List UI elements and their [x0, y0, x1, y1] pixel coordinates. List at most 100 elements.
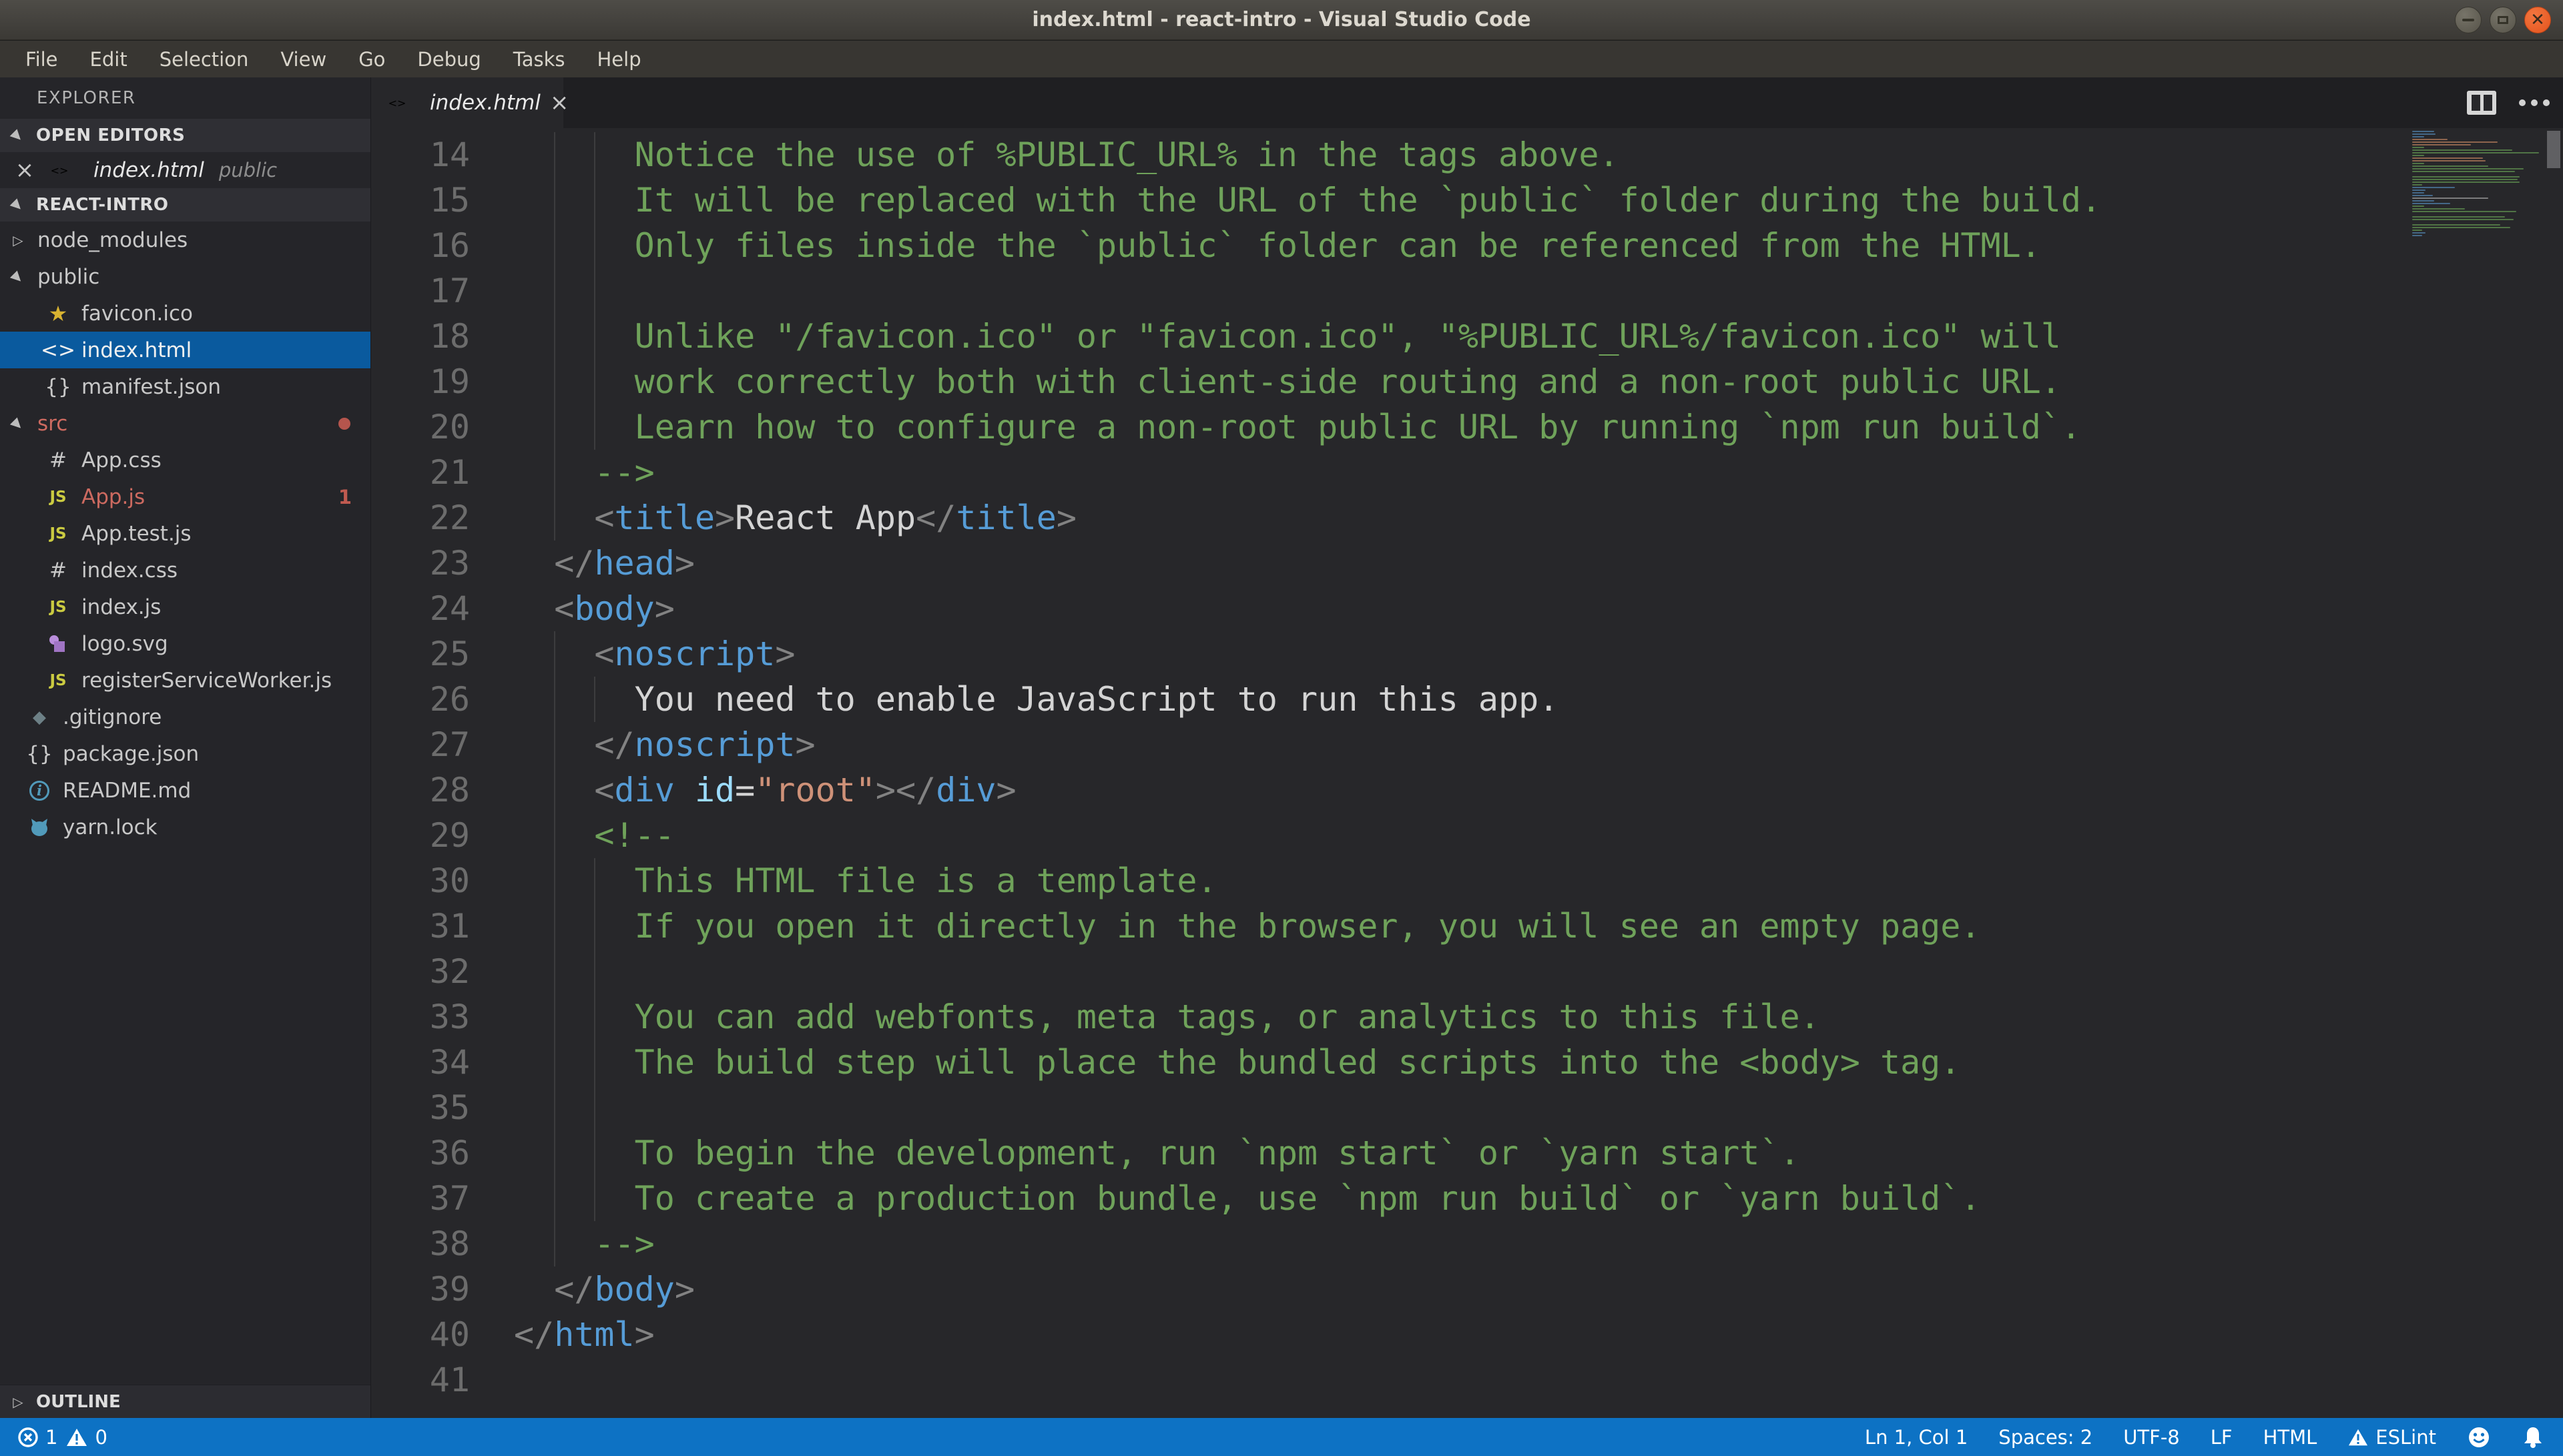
cursor-position[interactable]: Ln 1, Col 1: [1865, 1426, 1968, 1449]
code-line-20[interactable]: 20 Learn how to configure a non-root pub…: [371, 404, 2563, 450]
code-line-18[interactable]: 18 Unlike "/favicon.ico" or "favicon.ico…: [371, 314, 2563, 359]
line-number: 29: [371, 813, 470, 858]
encoding-setting[interactable]: UTF-8: [2123, 1426, 2180, 1449]
menu-help[interactable]: Help: [581, 41, 657, 77]
folder-src[interactable]: ▶ src: [0, 405, 370, 442]
linter-status[interactable]: ESLint: [2347, 1426, 2436, 1449]
code-editor[interactable]: 14 Notice the use of %PUBLIC_URL% in the…: [371, 128, 2563, 1418]
code-line-16[interactable]: 16 Only files inside the `public` folder…: [371, 223, 2563, 268]
menu-view[interactable]: View: [264, 41, 342, 77]
file-app-test-js[interactable]: JSApp.test.js: [0, 515, 370, 552]
menu-file[interactable]: File: [9, 41, 74, 77]
indentation-setting[interactable]: Spaces: 2: [1998, 1426, 2092, 1449]
file-index-css[interactable]: #index.css: [0, 552, 370, 589]
code-line-40[interactable]: 40</html>: [371, 1312, 2563, 1357]
tab-index-html[interactable]: <> index.html ×: [371, 77, 563, 128]
close-editor-icon[interactable]: ×: [15, 157, 35, 184]
open-editor-folder: public: [219, 159, 277, 181]
menu-debug[interactable]: Debug: [401, 41, 497, 77]
chevron-collapsed-icon[interactable]: ▷: [9, 232, 27, 248]
line-number: 37: [371, 1176, 470, 1221]
code-line-38[interactable]: 38 -->: [371, 1221, 2563, 1266]
code-line-36[interactable]: 36 To begin the development, run `npm st…: [371, 1130, 2563, 1176]
more-actions-icon[interactable]: [2519, 99, 2550, 106]
file-app-js[interactable]: JSApp.js1: [0, 478, 370, 515]
file-manifest-json[interactable]: {}manifest.json: [0, 368, 370, 405]
minimap-line: [2412, 216, 2505, 218]
file-index-html[interactable]: <>index.html: [0, 332, 370, 368]
menu-go[interactable]: Go: [342, 41, 401, 77]
vertical-scrollbar[interactable]: [2544, 128, 2563, 1418]
json-file-icon: {}: [44, 375, 72, 399]
notifications-bell-icon[interactable]: [2522, 1425, 2544, 1449]
code-line-14[interactable]: 14 Notice the use of %PUBLIC_URL% in the…: [371, 132, 2563, 177]
folder-node-modules[interactable]: ▷node_modules: [0, 222, 370, 258]
problems-warnings[interactable]: 0: [65, 1426, 107, 1449]
problems-errors[interactable]: 1: [17, 1426, 57, 1449]
file-registerserviceworker-js[interactable]: JSregisterServiceWorker.js: [0, 662, 370, 699]
menu-selection[interactable]: Selection: [144, 41, 265, 77]
menu-edit[interactable]: Edit: [74, 41, 144, 77]
code-line-30[interactable]: 30 This HTML file is a template.: [371, 858, 2563, 903]
feedback-smiley-icon[interactable]: [2467, 1425, 2491, 1449]
chevron-expanded-icon[interactable]: ▶: [6, 265, 29, 288]
open-editors-header[interactable]: ▶ OPEN EDITORS: [0, 119, 370, 152]
indent-guide: [594, 858, 595, 903]
tab-close-icon[interactable]: ×: [550, 89, 569, 116]
minimap-line: [2412, 211, 2516, 212]
code-line-41[interactable]: 41: [371, 1357, 2563, 1403]
code-line-24[interactable]: 24 <body>: [371, 586, 2563, 631]
indent-guide: [554, 949, 555, 994]
chevron-expanded-icon[interactable]: ▶: [6, 412, 29, 435]
tree-item-label: src: [37, 412, 67, 436]
minimap[interactable]: [2412, 131, 2543, 1418]
chevron-expanded-icon: ▶: [6, 193, 29, 216]
tree-item-label: .gitignore: [63, 705, 162, 729]
code-line-29[interactable]: 29 <!--: [371, 813, 2563, 858]
minimize-button[interactable]: [2455, 7, 2482, 33]
close-button[interactable]: ✕: [2524, 7, 2551, 33]
code-line-27[interactable]: 27 </noscript>: [371, 722, 2563, 767]
code-line-31[interactable]: 31 If you open it directly in the browse…: [371, 903, 2563, 949]
file-package-json[interactable]: {}package.json: [0, 735, 370, 772]
code-line-15[interactable]: 15 It will be replaced with the URL of t…: [371, 177, 2563, 223]
code-line-33[interactable]: 33 You can add webfonts, meta tags, or a…: [371, 994, 2563, 1040]
code-line-35[interactable]: 35: [371, 1085, 2563, 1130]
js-file-icon: JS: [44, 525, 72, 542]
line-number: 27: [371, 722, 470, 767]
eol-setting[interactable]: LF: [2211, 1426, 2233, 1449]
menu-tasks[interactable]: Tasks: [497, 41, 581, 77]
code-line-25[interactable]: 25 <noscript>: [371, 631, 2563, 677]
code-line-19[interactable]: 19 work correctly both with client-side …: [371, 359, 2563, 404]
minimap-line: [2412, 165, 2488, 167]
code-line-32[interactable]: 32: [371, 949, 2563, 994]
language-mode[interactable]: HTML: [2263, 1426, 2317, 1449]
code-line-39[interactable]: 39 </body>: [371, 1266, 2563, 1312]
file-favicon-ico[interactable]: ★favicon.ico: [0, 295, 370, 332]
line-content: <div id="root"></div>: [470, 767, 2563, 813]
file-tree: ▷node_modules▶public★favicon.ico<>index.…: [0, 222, 370, 845]
project-root-header[interactable]: ▶ REACT-INTRO: [0, 188, 370, 222]
file-logo-svg[interactable]: logo.svg: [0, 625, 370, 662]
code-line-22[interactable]: 22 <title>React App</title>: [371, 495, 2563, 540]
code-line-37[interactable]: 37 To create a production bundle, use `n…: [371, 1176, 2563, 1221]
open-editor-item[interactable]: ×<>index.htmlpublic: [0, 152, 370, 188]
code-line-34[interactable]: 34 The build step will place the bundled…: [371, 1040, 2563, 1085]
line-content: work correctly both with client-side rou…: [470, 359, 2563, 404]
code-line-23[interactable]: 23 </head>: [371, 540, 2563, 586]
code-line-17[interactable]: 17: [371, 268, 2563, 314]
outline-header[interactable]: ▷ OUTLINE: [0, 1385, 370, 1418]
file-readme-md[interactable]: iREADME.md: [0, 772, 370, 809]
file-yarn-lock[interactable]: yarn.lock: [0, 809, 370, 845]
scrollbar-thumb[interactable]: [2547, 131, 2560, 168]
minimap-line: [2412, 187, 2455, 188]
file-index-js[interactable]: JSindex.js: [0, 589, 370, 625]
split-editor-icon[interactable]: [2467, 91, 2496, 115]
file-app-css[interactable]: #App.css: [0, 442, 370, 478]
folder-public[interactable]: ▶public: [0, 258, 370, 295]
code-line-28[interactable]: 28 <div id="root"></div>: [371, 767, 2563, 813]
code-line-26[interactable]: 26 You need to enable JavaScript to run …: [371, 677, 2563, 722]
maximize-button[interactable]: [2490, 7, 2516, 33]
file--gitignore[interactable]: ◆.gitignore: [0, 699, 370, 735]
code-line-21[interactable]: 21 -->: [371, 450, 2563, 495]
